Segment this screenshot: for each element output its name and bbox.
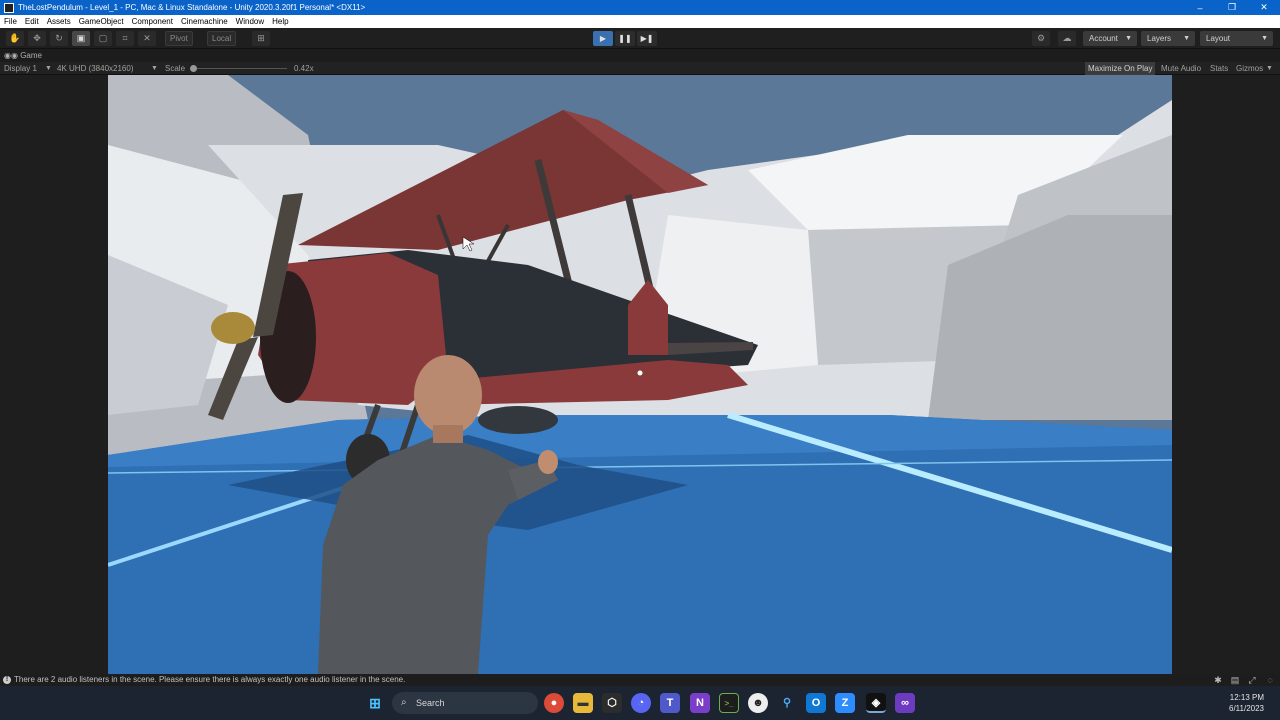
layers-label: Layers [1147,34,1172,43]
menu-component[interactable]: Component [132,17,173,26]
scale-slider-track[interactable] [192,68,287,69]
pivot-toggle[interactable]: Pivot [165,31,193,46]
gamepad-icon[interactable]: ☻ [748,693,768,713]
chevron-down-icon: ▼ [1261,35,1268,42]
search-icon: ⌕ [401,697,407,708]
minimize-button[interactable]: – [1184,3,1216,13]
file-explorer-icon[interactable]: ▬ [573,693,593,713]
game-scene [108,75,1172,674]
transform-tool-icon[interactable]: ⌗ [116,31,134,46]
chevron-down-icon: ▼ [45,65,52,72]
chevron-down-icon: ▼ [1125,35,1132,42]
view-tab-bar: ◉◉ Game [0,49,1280,62]
window-title: TheLostPendulum - Level_1 - PC, Mac & Li… [18,3,366,12]
menu-assets[interactable]: Assets [47,17,71,26]
unity-icon[interactable]: ◈ [866,693,886,713]
windows-taskbar: ⊞ ⌕ Search ● ▬ ⬡ ◔ T N >_ ☻ ⚲ O Z ◈ ∞ 12… [0,686,1280,720]
teams-icon[interactable]: T [660,693,680,713]
step-button[interactable]: ▶❚ [637,31,657,46]
search-label: Search [416,698,445,708]
game-view-bar: Display 1 ▼ 4K UHD (3840x2160) ▼ Scale 0… [0,62,1280,75]
move-tool-icon[interactable]: ✥ [28,31,46,46]
progress-icon[interactable]: ⤢ [1247,675,1257,685]
discord-icon[interactable]: ◔ [631,693,651,713]
close-button[interactable]: ✕ [1248,2,1280,13]
account-dropdown[interactable]: Account ▼ [1083,31,1137,46]
window-titlebar: TheLostPendulum - Level_1 - PC, Mac & Li… [0,0,1280,15]
chevron-down-icon: ▼ [1183,35,1190,42]
game-tab-icon: ◉◉ [4,51,21,60]
local-label: Local [212,34,232,43]
system-clock[interactable]: 12:13 PM 6/11/2023 [1218,692,1264,714]
mute-audio-toggle[interactable]: Mute Audio [1158,62,1204,75]
rect-tool-icon[interactable]: ▢ [94,31,112,46]
menu-edit[interactable]: Edit [25,17,39,26]
character-hand [538,450,558,474]
main-toolbar: ✋ ✥ ↻ ▣ ▢ ⌗ ✕ Pivot Local ⊞ ▶ ❚❚ ▶❚ ⚙ ☁ … [0,28,1280,49]
menu-file[interactable]: File [4,17,17,26]
propeller-hub [211,312,255,344]
terminal-icon[interactable]: >_ [719,693,739,713]
visual-studio-purple-icon[interactable]: N [690,693,710,713]
scale-tool-icon[interactable]: ▣ [72,31,90,46]
visual-studio-icon[interactable]: ∞ [895,693,915,713]
layout-label: Layout [1206,34,1231,43]
bug-icon[interactable]: ✱ [1213,675,1223,685]
resolution-dropdown[interactable]: 4K UHD (3840x2160) [57,62,133,75]
hand-tool-icon[interactable]: ✋ [6,31,24,46]
status-bar: ! There are 2 audio listeners in the sce… [0,674,1280,686]
scale-label: Scale [165,64,186,73]
outlook-icon[interactable]: O [806,693,826,713]
gizmos-toggle[interactable]: Gizmos [1233,62,1266,75]
console-message[interactable]: There are 2 audio listeners in the scene… [14,674,405,686]
crosshair-dot [637,370,643,376]
refresh-icon[interactable]: ◌ [1265,675,1275,685]
menu-help[interactable]: Help [272,17,288,26]
maximize-on-play-toggle[interactable]: Maximize On Play [1085,62,1156,75]
scale-value: 0.42x [294,64,314,73]
layout-dropdown[interactable]: Layout ▼ [1200,31,1273,46]
clock-date: 6/11/2023 [1229,704,1264,713]
grid-snap-icon[interactable]: ⊞ [252,31,270,46]
chevron-down-icon: ▼ [151,65,158,72]
cloud-icon[interactable]: ☁ [1058,31,1076,46]
lighting-icon[interactable]: ▤ [1230,675,1240,685]
menu-gameobject[interactable]: GameObject [79,17,124,26]
clock-time: 12:13 PM [1229,693,1264,702]
game-viewport[interactable] [108,75,1172,674]
menu-window[interactable]: Window [236,17,264,26]
game-tab-label: Game [20,51,42,60]
menu-cinemachine[interactable]: Cinemachine [181,17,228,26]
stats-toggle[interactable]: Stats [1207,62,1231,75]
chevron-down-icon: ▼ [1266,65,1273,72]
unity-hub-icon[interactable]: ⬡ [602,693,622,713]
character-neck [433,425,463,443]
custom-tool-icon[interactable]: ✕ [138,31,156,46]
windows-start-icon[interactable]: ⊞ [365,693,385,713]
menu-bar: File Edit Assets GameObject Component Ci… [0,15,1280,28]
pivot-label: Pivot [170,34,188,43]
tab-game[interactable]: ◉◉ Game [4,50,42,62]
layers-dropdown[interactable]: Layers ▼ [1141,31,1195,46]
info-icon: ! [3,676,11,684]
chrome-icon[interactable]: ● [544,693,564,713]
character-head [414,355,482,435]
account-label: Account [1089,34,1118,43]
unity-app-icon [4,2,14,13]
plane-bomb [478,406,558,434]
taskbar-search[interactable]: ⌕ Search [392,692,538,714]
collab-icon[interactable]: ⚙ [1032,31,1050,46]
play-button[interactable]: ▶ [593,31,613,46]
z-app-icon[interactable]: Z [835,693,855,713]
scale-slider-handle[interactable] [190,65,197,72]
local-toggle[interactable]: Local [207,31,237,46]
rotate-tool-icon[interactable]: ↻ [50,31,68,46]
maps-icon[interactable]: ⚲ [777,693,797,713]
display-dropdown[interactable]: Display 1 [4,62,37,75]
maximize-button[interactable]: ❐ [1216,2,1248,13]
pause-button[interactable]: ❚❚ [615,31,635,46]
